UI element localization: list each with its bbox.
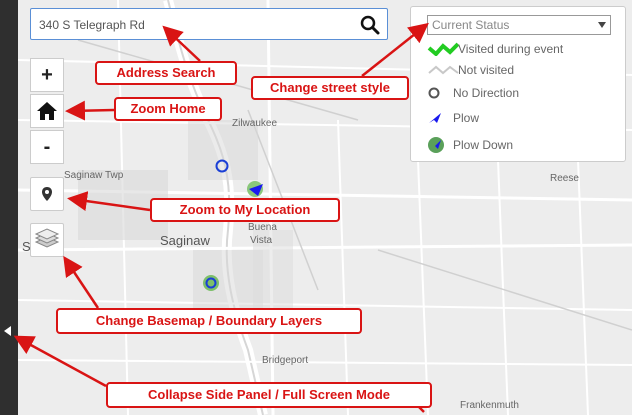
legend-panel: Current Status Visited during event Not …: [410, 6, 626, 162]
callout-change-street-style: Change street style: [251, 76, 409, 100]
search-icon: [360, 15, 380, 35]
legend-label-plow: Plow: [453, 111, 480, 125]
location-pin-icon: [42, 187, 52, 201]
street-style-select[interactable]: Current Status: [427, 15, 611, 35]
legend-item-plow: Plow: [427, 111, 479, 128]
legend-label-no-direction: No Direction: [453, 86, 520, 100]
layers-icon: [34, 228, 60, 248]
place-zilwaukee: Zilwaukee: [232, 118, 278, 129]
side-panel-strip: [0, 0, 18, 415]
zoom-out-button[interactable]: -: [30, 130, 64, 164]
legend-label-not-visited: Not visited: [458, 63, 515, 77]
basemap-layers-button[interactable]: [30, 223, 64, 257]
legend-label-plow-down: Plow Down: [453, 138, 514, 152]
zoom-home-button[interactable]: [30, 94, 64, 128]
legend-item-plow-down: Plow Down: [427, 136, 513, 157]
zoom-to-my-location-button[interactable]: [30, 177, 64, 211]
callout-collapse-side-panel: Collapse Side Panel / Full Screen Mode: [106, 382, 432, 408]
address-search-box: [30, 8, 388, 40]
legend-item-not-visited: Not visited: [427, 63, 514, 80]
green-zigzag-line-icon: [427, 42, 460, 57]
gray-zigzag-line-icon: [428, 65, 459, 75]
chevron-down-icon: [598, 22, 606, 28]
address-search-input[interactable]: [37, 14, 341, 36]
place-frankenmuth: Frankenmuth: [460, 400, 519, 411]
legend-item-no-direction: No Direction: [427, 86, 519, 103]
place-reese: Reese: [550, 173, 579, 184]
callout-zoom-to-my-location: Zoom to My Location: [150, 198, 340, 222]
place-buena: Buena: [248, 222, 277, 233]
place-saginaw: Saginaw: [160, 233, 210, 248]
plow-down-marker[interactable]: [203, 275, 219, 291]
legend-item-visited: Visited during event: [427, 42, 563, 59]
collapse-side-panel-icon[interactable]: [4, 326, 11, 336]
callout-zoom-home: Zoom Home: [114, 97, 222, 121]
callout-address-search: Address Search: [95, 61, 237, 85]
place-vista: Vista: [250, 235, 273, 246]
blue-arrow-icon: [429, 113, 441, 123]
legend-label-visited: Visited during event: [458, 42, 564, 56]
green-circle-arrow-icon: [428, 137, 444, 153]
zoom-in-button[interactable]: +: [30, 58, 64, 92]
search-button[interactable]: [359, 14, 381, 36]
home-icon: [37, 102, 57, 120]
circle-icon: [428, 87, 440, 99]
street-style-select-value: Current Status: [432, 18, 510, 32]
callout-change-basemap: Change Basemap / Boundary Layers: [56, 308, 362, 334]
place-bridgeport: Bridgeport: [262, 355, 309, 366]
place-saginaw-twp: Saginaw Twp: [64, 170, 124, 181]
